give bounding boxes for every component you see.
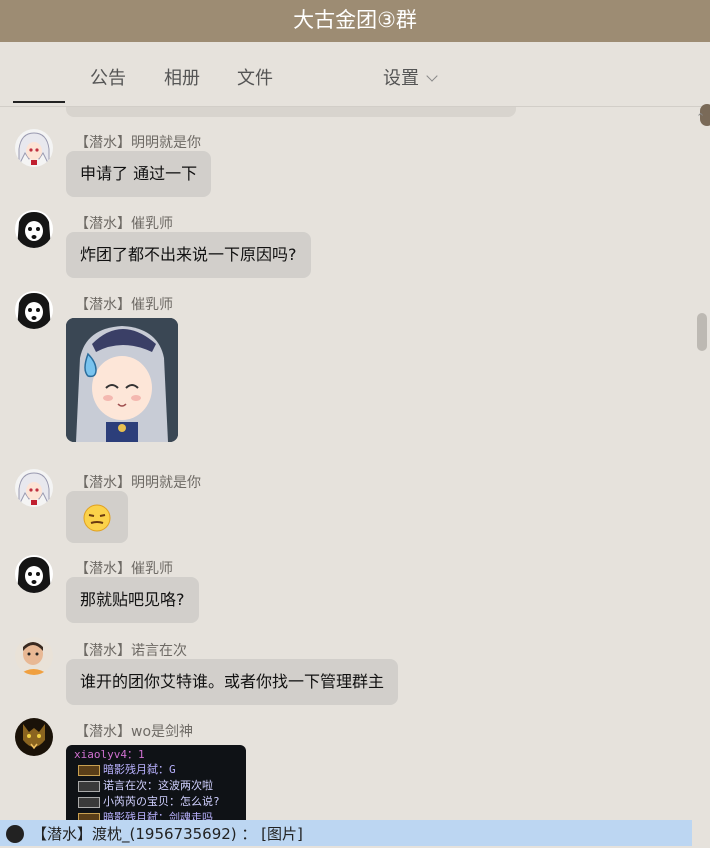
game-chat-line: 暗影残月弑：G — [78, 761, 176, 777]
sender-name: 【潜水】明明就是你 — [75, 135, 201, 151]
window-title: 大古金团③群 — [0, 0, 710, 42]
notification-avatar — [6, 825, 24, 843]
scroll-up-icon[interactable]: ⌃ — [696, 111, 705, 124]
message-bubble[interactable]: 炸团了都不出来说一下原因吗? — [66, 232, 311, 278]
notification-text: 【潜水】渡枕_(1956735692) ： [图片] — [32, 825, 303, 843]
sender-name: 【潜水】诺言在次 — [75, 643, 187, 659]
game-chat-text: 小芮芮の宝贝：怎么说? — [103, 795, 220, 808]
scrollbar-track — [692, 820, 710, 846]
anime-black-hair-avatar[interactable] — [15, 555, 53, 593]
active-tab-indicator — [13, 101, 65, 103]
chat-channel-tag-icon — [78, 796, 100, 808]
game-chat-line: 小芮芮の宝贝：怎么说? — [78, 793, 220, 809]
wolf-avatar[interactable] — [15, 718, 53, 756]
chat-channel-tag-icon — [78, 764, 100, 776]
tab-files[interactable]: 文件 — [237, 64, 273, 90]
message-bubble[interactable]: 申请了 通过一下 — [66, 151, 212, 197]
anime-white-hair-avatar[interactable] — [15, 129, 53, 167]
anime-white-hair-avatar[interactable] — [15, 469, 53, 507]
sender-name: 【潜水】wo是剑神 — [75, 724, 194, 740]
tab-bar: 公告 相册 文件 设置 — [0, 42, 710, 126]
chat-area: ⌃ 【潜水】明明就是你 申请了 通过一下 【潜水】催乳师 炸团了都不出来说一下原… — [0, 107, 710, 820]
smirk-emoji — [83, 504, 111, 532]
sender-name: 【潜水】催乳师 — [75, 216, 173, 232]
game-chat-line: 暗影残月弑：剑魂走吗 — [78, 809, 213, 820]
tab-settings[interactable]: 设置 — [383, 64, 438, 90]
anime-black-hair-avatar[interactable] — [15, 291, 53, 329]
game-chat-text: 诺言在次：这波两次啦 — [103, 779, 213, 792]
previous-message-bubble — [66, 107, 516, 117]
game-chat-text: 暗影残月弑：剑魂走吗 — [103, 811, 213, 820]
new-message-notification[interactable]: 【潜水】渡枕_(1956735692) ： [图片] — [0, 820, 692, 846]
anime-girl-sweat-sticker[interactable] — [66, 318, 178, 442]
tab-settings-label: 设置 — [383, 68, 419, 89]
message-bubble[interactable]: 那就贴吧见咯? — [66, 577, 199, 623]
chat-channel-tag-icon — [78, 780, 100, 792]
game-chat-screenshot[interactable]: xiaolyv4：1 暗影残月弑：G 诺言在次：这波两次啦 小芮芮の宝贝：怎么说… — [66, 745, 246, 820]
game-chat-text: 暗影残月弑：G — [103, 763, 176, 776]
sender-name: 【潜水】催乳师 — [75, 297, 173, 313]
tab-announcement[interactable]: 公告 — [90, 64, 126, 90]
sender-name: 【潜水】明明就是你 — [75, 475, 201, 491]
tab-album[interactable]: 相册 — [164, 64, 200, 90]
sender-name: 【潜水】催乳师 — [75, 561, 173, 577]
anime-black-hair-avatar[interactable] — [15, 210, 53, 248]
message-bubble[interactable]: 谁开的团你艾特谁。或者你找一下管理群主 — [66, 659, 399, 705]
child-photo-avatar[interactable] — [15, 637, 53, 675]
message-bubble[interactable] — [66, 491, 128, 543]
scrollbar-thumb[interactable] — [697, 313, 707, 351]
game-chat-line: 诺言在次：这波两次啦 — [78, 777, 213, 793]
chevron-down-icon — [426, 70, 438, 82]
game-chat-line: xiaolyv4：1 — [74, 748, 145, 761]
chat-channel-tag-icon — [78, 812, 100, 820]
